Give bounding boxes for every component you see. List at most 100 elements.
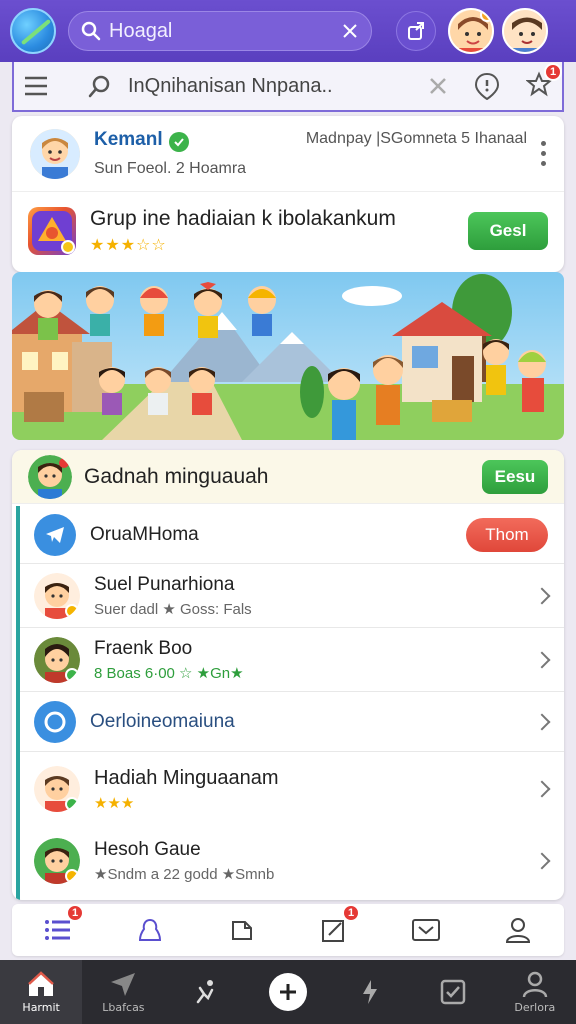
list-item-subtitle: ★Sndm a 22 godd ★Smnb [94, 866, 275, 883]
app-logo[interactable] [10, 8, 56, 54]
group-title: Grup ine hadiaian k ibolakankum [90, 207, 396, 230]
search-icon [88, 75, 110, 98]
list-item-title: Oerloineomaiuna [90, 710, 235, 732]
flash-icon [363, 980, 378, 1004]
avatar [34, 572, 80, 619]
list-item[interactable]: Fraenk Boo 8 Boas 6·00 ☆ ★Gn★ [20, 628, 564, 692]
tab-discover-label: Lbafcas [102, 1001, 145, 1014]
avatar [34, 766, 80, 812]
person-icon [505, 918, 531, 943]
account-button[interactable] [498, 910, 538, 950]
list-item[interactable]: Oerloineomaiuna [20, 692, 564, 752]
profile-outline-button[interactable] [130, 910, 170, 950]
list-item-title: Fraenk Boo [94, 637, 193, 659]
chevron-right-icon [533, 780, 551, 798]
list-item-subtitle: Suer dadl ★ Goss: Fals [94, 600, 252, 618]
promo-banner[interactable] [12, 272, 564, 440]
location-pin-icon[interactable] [474, 72, 500, 100]
search-input[interactable]: Hoagal [68, 11, 372, 51]
tab-profile-label: Derlora [514, 1001, 556, 1014]
telegram-icon [34, 513, 76, 556]
tab-home-label: Harmit [22, 1001, 60, 1014]
checkbox-icon [440, 979, 465, 1005]
add-button[interactable] [268, 973, 307, 1011]
list-item-title: Hadiah Minguaanam [94, 766, 279, 789]
home-icon [28, 971, 54, 996]
chevron-right-icon [533, 713, 551, 730]
secondary-search[interactable]: InQnihanisan Nnpana.. [88, 74, 408, 98]
user-name: Kemanl [94, 129, 163, 150]
secondary-search-text: InQnihanisan Nnpana.. [128, 74, 333, 97]
search-text: Hoagal [109, 19, 173, 42]
list-item[interactable]: Hadiah Minguaanam ★★★ [20, 752, 564, 826]
list-item[interactable]: Hesoh Gaue ★Sndm a 22 godd ★Smnb [20, 826, 564, 896]
group-row[interactable]: Grup ine hadiaian k ibolakankum ★★★☆☆ Ge… [12, 192, 564, 270]
tab-flash[interactable] [329, 960, 411, 1024]
boy-avatar-icon [30, 128, 80, 179]
section-card: Gadnah minguauah Eesu OruaMHoma Thom Sue… [12, 450, 564, 900]
list-item-title: OruaMHoma [90, 523, 199, 545]
target-icon [34, 700, 76, 743]
list-view-button[interactable]: 1 [38, 904, 84, 950]
clear-icon[interactable] [428, 76, 448, 96]
group-icon [28, 207, 76, 255]
avatar [34, 838, 80, 884]
send-icon [111, 973, 136, 996]
chevron-right-icon [533, 651, 551, 668]
tab-activity[interactable] [165, 960, 247, 1024]
tab-tasks[interactable] [411, 960, 493, 1024]
kids-illustration [12, 272, 564, 440]
chevron-right-icon [533, 587, 551, 604]
avatar-1[interactable] [448, 8, 494, 54]
user-card: Kemanl Sun Foeol. 2 Hoamra Madnpay |SGom… [12, 116, 564, 272]
avatar-face-icon [504, 10, 546, 52]
avatar [30, 128, 80, 179]
tab-discover[interactable]: Lbafcas [82, 960, 164, 1024]
item-list: OruaMHoma Thom Suel Punarhiona Suer dadl … [16, 506, 564, 900]
bottom-tab-bar: Harmit Lbafcas Derlora [0, 960, 576, 1024]
list-item[interactable]: OruaMHoma Thom [20, 506, 564, 564]
more-options-icon[interactable] [541, 141, 546, 166]
notifications-button[interactable]: 1 [525, 62, 562, 102]
plus-icon [279, 984, 296, 1000]
profile-icon [522, 971, 548, 998]
avatar [34, 636, 80, 683]
document-icon [232, 921, 252, 940]
secondary-toolbar: InQnihanisan Nnpana.. 1 [12, 62, 564, 112]
inbox-icon [412, 919, 440, 941]
list-item-title: Suel Punarhiona [94, 573, 235, 595]
user-subtitle: Sun Foeol. 2 Hoamra [94, 160, 247, 177]
section-title: Gadnah minguauah [84, 464, 269, 488]
list-icon [45, 920, 70, 940]
chevron-right-icon [533, 852, 551, 870]
group-rating: ★★★☆☆ [90, 237, 167, 254]
edit-button[interactable]: 1 [314, 904, 360, 950]
edit-icon [322, 920, 344, 942]
badge-count: 1 [66, 904, 84, 922]
list-item-action-button[interactable]: Thom [466, 517, 548, 552]
list-item[interactable]: Suel Punarhiona Suer dadl ★ Goss: Fals [20, 564, 564, 628]
notification-count: 1 [544, 62, 562, 81]
share-button[interactable] [396, 11, 436, 51]
inbox-button[interactable] [406, 910, 446, 950]
verified-icon [168, 132, 189, 152]
user-meta: Madnpay |SGomneta 5 Ihanaal [305, 130, 527, 147]
tab-profile[interactable]: Derlora [494, 960, 576, 1024]
search-icon [81, 21, 101, 41]
list-item-subtitle: ★★★ [94, 794, 135, 812]
secondary-nav: 1 1 [12, 904, 564, 956]
menu-icon[interactable] [24, 76, 48, 96]
user-row[interactable]: Kemanl Sun Foeol. 2 Hoamra Madnpay |SGom… [12, 116, 564, 192]
runner-icon [196, 980, 213, 1004]
section-action-button[interactable]: Eesu [482, 459, 548, 494]
tab-add[interactable] [247, 960, 329, 1024]
list-item-subtitle: 8 Boas 6·00 ☆ ★Gn★ [94, 664, 244, 682]
list-item-title: Hesoh Gaue [94, 839, 201, 860]
tab-home[interactable]: Harmit [0, 960, 83, 1024]
badge-count: 1 [342, 904, 360, 922]
clear-icon[interactable] [341, 22, 359, 40]
avatar-2[interactable] [502, 8, 548, 54]
join-group-button[interactable]: Gesl [468, 212, 548, 250]
user-icon [138, 918, 162, 941]
bookmark-button[interactable] [222, 910, 262, 950]
